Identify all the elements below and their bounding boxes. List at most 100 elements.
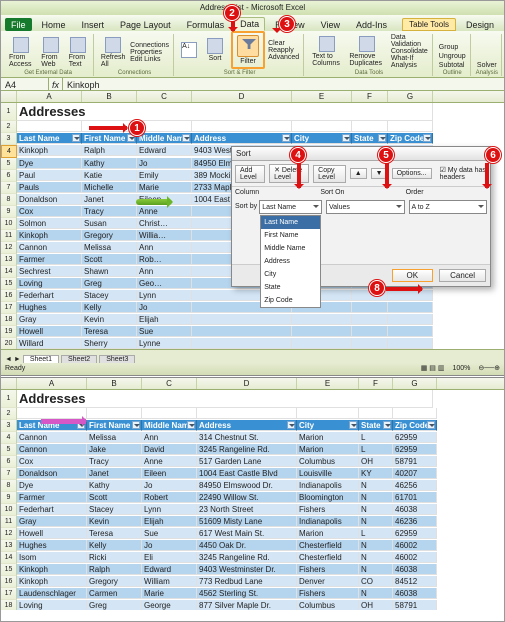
- table-cell[interactable]: Melissa: [82, 242, 137, 253]
- table-cell[interactable]: Solmon: [17, 218, 82, 229]
- table-cell[interactable]: Louisville: [297, 468, 359, 479]
- col-header-D[interactable]: D: [197, 378, 297, 389]
- table-cell[interactable]: Farmer: [17, 492, 87, 503]
- table-header-zip-code[interactable]: Zip Code: [393, 420, 437, 431]
- table-cell[interactable]: Elijah: [137, 314, 192, 325]
- table-cell[interactable]: L: [359, 444, 393, 455]
- sort-order-select[interactable]: A to Z: [409, 200, 488, 214]
- table-cell[interactable]: Howell: [17, 528, 87, 539]
- sheet-tab-3[interactable]: Sheet3: [99, 355, 135, 363]
- table-cell[interactable]: 84950 Elmswood Dr.: [197, 480, 297, 491]
- table-cell[interactable]: OH: [359, 456, 393, 467]
- table-cell[interactable]: Pauls: [17, 182, 82, 193]
- filter-dropdown-icon[interactable]: [132, 421, 140, 429]
- table-header-first-name[interactable]: First Name: [82, 133, 137, 144]
- col-header-A[interactable]: A: [17, 91, 82, 102]
- tab-insert[interactable]: Insert: [76, 18, 111, 31]
- table-cell[interactable]: [388, 326, 433, 337]
- table-cell[interactable]: Lynn: [137, 290, 192, 301]
- table-cell[interactable]: Gregory: [87, 576, 142, 587]
- table-cell[interactable]: Howell: [17, 326, 82, 337]
- group-button[interactable]: Group: [438, 44, 459, 51]
- clear-button[interactable]: Clear: [267, 40, 300, 47]
- ungroup-button[interactable]: Ungroup: [438, 53, 467, 60]
- table-cell[interactable]: Sechrest: [17, 266, 82, 277]
- advanced-button[interactable]: Advanced: [267, 54, 300, 61]
- table-cell[interactable]: 877 Silver Maple Dr.: [197, 600, 297, 610]
- table-cell[interactable]: Farmer: [17, 254, 82, 265]
- table-cell[interactable]: Susan: [82, 218, 137, 229]
- name-box[interactable]: A4: [1, 78, 49, 90]
- table-cell[interactable]: Emily: [137, 170, 192, 181]
- table-cell[interactable]: Ann: [142, 432, 197, 443]
- table-cell[interactable]: Robert: [142, 492, 197, 503]
- col-header-C[interactable]: C: [137, 91, 192, 102]
- table-cell[interactable]: Kathy: [87, 480, 142, 491]
- what-if-button[interactable]: What-If Analysis: [390, 55, 429, 69]
- table-cell[interactable]: CO: [359, 576, 393, 587]
- table-cell[interactable]: Loving: [17, 600, 87, 610]
- table-cell[interactable]: Ann: [137, 242, 192, 253]
- table-cell[interactable]: 46002: [393, 540, 437, 551]
- table-cell[interactable]: Ralph: [82, 145, 137, 156]
- table-cell[interactable]: David: [142, 444, 197, 455]
- col-header-G[interactable]: G: [388, 91, 433, 102]
- connections-button[interactable]: Connections: [129, 42, 170, 49]
- table-cell[interactable]: Indianapolis: [297, 516, 359, 527]
- table-cell[interactable]: Donaldson: [17, 468, 87, 479]
- table-cell[interactable]: Lynne: [137, 338, 192, 349]
- table-cell[interactable]: Hughes: [17, 302, 82, 313]
- table-cell[interactable]: N: [359, 504, 393, 515]
- add-level-button[interactable]: Add Level: [235, 165, 265, 183]
- table-cell[interactable]: 46002: [393, 552, 437, 563]
- table-cell[interactable]: [192, 314, 292, 325]
- table-cell[interactable]: Bloomington: [297, 492, 359, 503]
- table-cell[interactable]: Anne: [142, 456, 197, 467]
- copy-level-button[interactable]: Copy Level: [313, 165, 346, 183]
- table-cell[interactable]: [388, 338, 433, 349]
- table-cell[interactable]: Columbus: [297, 456, 359, 467]
- col-header-E[interactable]: E: [297, 378, 359, 389]
- subtotal-button[interactable]: Subtotal: [438, 62, 466, 69]
- sort-button[interactable]: Sort: [201, 37, 229, 63]
- table-cell[interactable]: Kelly: [82, 302, 137, 313]
- remove-duplicates-button[interactable]: Remove Duplicates: [346, 35, 387, 68]
- dropdown-option[interactable]: Last Name: [261, 216, 320, 229]
- table-header-address[interactable]: Address: [197, 420, 297, 431]
- data-validation-button[interactable]: Data Validation: [390, 34, 429, 48]
- table-cell[interactable]: Cannon: [17, 432, 87, 443]
- table-cell[interactable]: 3245 Rangeline Rd.: [197, 552, 297, 563]
- table-cell[interactable]: 46038: [393, 588, 437, 599]
- table-cell[interactable]: 46038: [393, 504, 437, 515]
- table-cell[interactable]: 9403 Westminster Dr.: [197, 564, 297, 575]
- table-cell[interactable]: Ann: [137, 266, 192, 277]
- table-cell[interactable]: Sue: [142, 528, 197, 539]
- sheet-tab-1[interactable]: Sheet1: [23, 355, 59, 363]
- table-cell[interactable]: Federhart: [17, 504, 87, 515]
- table-cell[interactable]: Edward: [142, 564, 197, 575]
- table-cell[interactable]: 58791: [393, 600, 437, 610]
- table-header-zip-code[interactable]: Zip Code: [388, 133, 433, 144]
- table-cell[interactable]: 517 Garden Lane: [197, 456, 297, 467]
- table-cell[interactable]: N: [359, 480, 393, 491]
- table-cell[interactable]: Gray: [17, 516, 87, 527]
- table-cell[interactable]: Cannon: [17, 444, 87, 455]
- filter-dropdown-icon[interactable]: [187, 421, 195, 429]
- table-cell[interactable]: Denver: [297, 576, 359, 587]
- table-cell[interactable]: 61701: [393, 492, 437, 503]
- table-cell[interactable]: Elijah: [142, 516, 197, 527]
- table-cell[interactable]: N: [359, 516, 393, 527]
- table-cell[interactable]: N: [359, 492, 393, 503]
- table-cell[interactable]: Scott: [82, 254, 137, 265]
- from-web-button[interactable]: From Web: [38, 36, 63, 69]
- tab-add-ins[interactable]: Add-Ins: [350, 18, 393, 31]
- table-cell[interactable]: N: [359, 540, 393, 551]
- text-to-columns-button[interactable]: Text to Columns: [309, 35, 344, 68]
- dropdown-option[interactable]: City: [261, 268, 320, 281]
- refresh-all-button[interactable]: Refresh All: [99, 36, 127, 69]
- table-cell[interactable]: Teresa: [87, 528, 142, 539]
- filter-button[interactable]: Filter: [234, 34, 262, 66]
- tab-data[interactable]: Data: [234, 17, 265, 31]
- table-cell[interactable]: 84512: [393, 576, 437, 587]
- table-cell[interactable]: Kathy: [82, 158, 137, 169]
